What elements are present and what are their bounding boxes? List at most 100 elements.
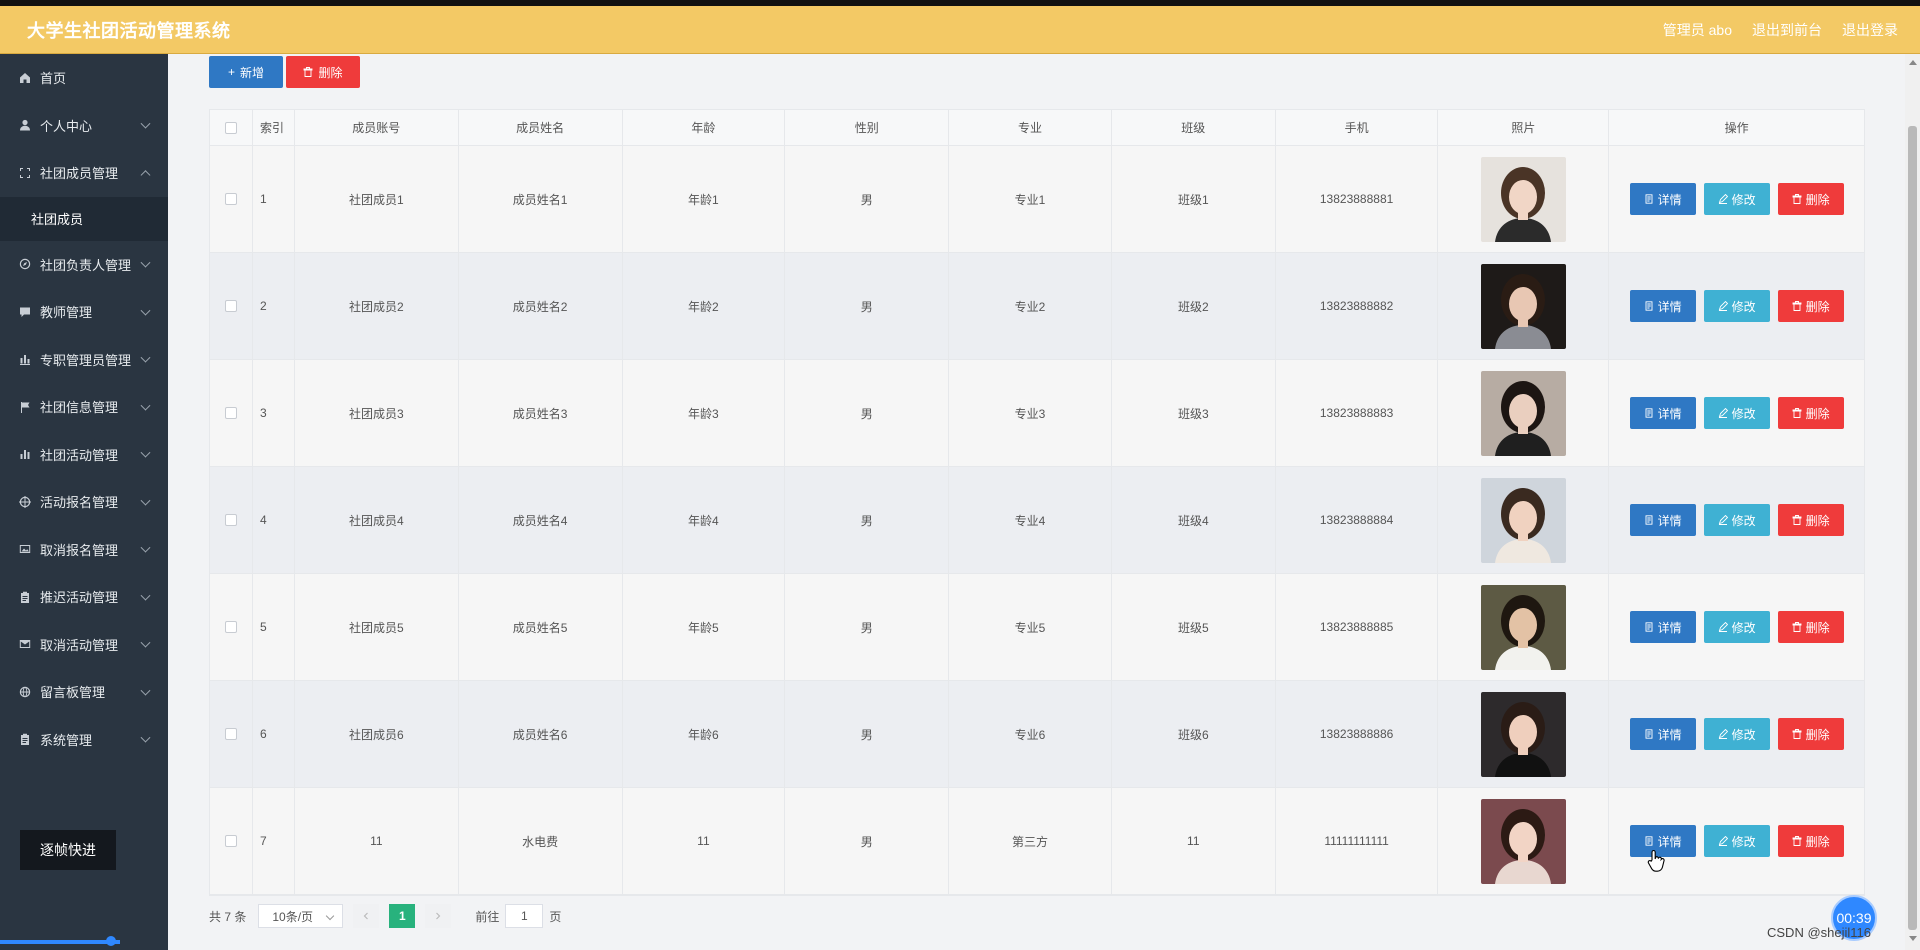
scrollbar-thumb[interactable] [1908, 126, 1917, 930]
delete-label: 删除 [1805, 299, 1830, 314]
delete-button[interactable]: 删除 [1777, 183, 1844, 215]
row-select-cell [210, 360, 253, 466]
cell-gender: 男 [785, 146, 950, 252]
target-icon [19, 495, 31, 508]
cell-photo [1438, 146, 1610, 252]
cell-class: 班级5 [1112, 574, 1276, 680]
back-to-front-link[interactable]: 退出到前台 [1752, 20, 1822, 40]
sidebar-item-11[interactable]: 取消活动管理 [0, 621, 168, 669]
edit-button[interactable]: 修改 [1703, 183, 1770, 215]
admin-label: 管理员 abo [1662, 21, 1732, 38]
delete-button[interactable]: 删除 [1777, 825, 1844, 857]
member-photo[interactable] [1480, 584, 1566, 670]
cell-name: 成员姓名6 [459, 681, 623, 787]
detail-label: 详情 [1657, 727, 1682, 742]
content-area: + 新增 删除 索引 成员账号 成员姓名 年龄 性别 专业 班级 手机 照片 操作 1 社团成员1 成… [190, 54, 1890, 950]
cell-index: 6 [253, 681, 295, 787]
scroll-down-arrow[interactable] [1909, 936, 1917, 941]
page-number-current[interactable]: 1 [389, 904, 416, 928]
sidebar-item-10[interactable]: 推迟活动管理 [0, 573, 168, 621]
trash-icon [1792, 301, 1802, 311]
row-checkbox[interactable] [224, 300, 237, 312]
playback-progress-handle[interactable] [106, 936, 116, 946]
edit-button[interactable]: 修改 [1703, 397, 1770, 429]
delete-button[interactable]: 删除 [1777, 611, 1844, 643]
detail-button[interactable]: 详情 [1629, 504, 1696, 536]
sidebar-item-6[interactable]: 社团信息管理 [0, 383, 168, 431]
table-row: 6 社团成员6 成员姓名6 年龄6 男专业6 班级6 13823888886 详情 修改 删除 [210, 681, 1864, 788]
document-icon [1645, 408, 1653, 418]
row-checkbox[interactable] [224, 621, 237, 633]
row-select-cell [210, 253, 253, 359]
trash-icon [304, 67, 313, 77]
sidebar-item-8[interactable]: 活动报名管理 [0, 478, 168, 526]
logout-link[interactable]: 退出登录 [1842, 20, 1898, 40]
delete-button[interactable]: 删除 [1777, 718, 1844, 750]
cell-photo [1438, 788, 1610, 894]
add-button[interactable]: + 新增 [209, 56, 283, 88]
edit-label: 修改 [1731, 406, 1756, 421]
sidebar-item-3[interactable]: 社团负责人管理 [0, 241, 168, 289]
edit-label: 修改 [1731, 834, 1756, 849]
delete-button[interactable]: 删除 [1777, 397, 1844, 429]
member-photo[interactable] [1480, 691, 1566, 777]
delete-button[interactable]: 删除 [1777, 290, 1844, 322]
chevron-down-icon [140, 305, 151, 316]
member-photo[interactable] [1480, 263, 1566, 349]
chevron-down-icon [140, 400, 151, 411]
detail-button[interactable]: 详情 [1629, 611, 1696, 643]
sidebar-item-7[interactable]: 社团活动管理 [0, 431, 168, 479]
document-icon [1645, 836, 1653, 846]
sidebar-item-4[interactable]: 教师管理 [0, 288, 168, 336]
cell-phone: 13823888881 [1276, 146, 1439, 252]
detail-label: 详情 [1657, 834, 1682, 849]
sidebar-item-13[interactable]: 系统管理 [0, 716, 168, 764]
sidebar-item-5[interactable]: 专职管理员管理 [0, 336, 168, 384]
cell-actions: 详情 修改 删除 [1609, 788, 1864, 894]
column-header-class: 班级 [1112, 110, 1276, 145]
member-photo[interactable] [1480, 477, 1566, 563]
sidebar-item-0[interactable]: 首页 [0, 54, 168, 102]
submenu-item-members[interactable]: 社团成员 [0, 196, 168, 241]
cell-age: 11 [623, 788, 786, 894]
prev-page-button[interactable] [353, 904, 380, 928]
delete-button[interactable]: 删除 [1777, 504, 1844, 536]
cell-account: 社团成员3 [295, 360, 459, 466]
sidebar-item-12[interactable]: 留言板管理 [0, 668, 168, 716]
batch-delete-button[interactable]: 删除 [286, 56, 360, 88]
pencil-icon [1718, 408, 1728, 418]
next-page-button[interactable] [425, 904, 452, 928]
scroll-up-arrow[interactable] [1909, 60, 1917, 65]
page-size-select[interactable]: 10条/页 [258, 904, 344, 928]
sidebar-item-9[interactable]: 取消报名管理 [0, 526, 168, 574]
row-select-cell [210, 467, 253, 573]
member-photo[interactable] [1480, 156, 1566, 242]
row-checkbox[interactable] [224, 193, 237, 205]
edit-button[interactable]: 修改 [1703, 718, 1770, 750]
delete-label: 删除 [1805, 406, 1830, 421]
edit-button[interactable]: 修改 [1703, 825, 1770, 857]
select-all-checkbox[interactable] [224, 121, 237, 134]
sidebar-item-1[interactable]: 个人中心 [0, 102, 168, 150]
row-checkbox[interactable] [224, 407, 237, 419]
sidebar-item-2[interactable]: 社团成员管理 [0, 149, 168, 197]
row-checkbox[interactable] [224, 514, 237, 526]
member-photo[interactable] [1480, 370, 1566, 456]
row-checkbox[interactable] [224, 728, 237, 740]
detail-button[interactable]: 详情 [1629, 183, 1696, 215]
chevron-down-icon [140, 495, 151, 506]
edit-button[interactable]: 修改 [1703, 290, 1770, 322]
edit-button[interactable]: 修改 [1703, 504, 1770, 536]
detail-button[interactable]: 详情 [1629, 397, 1696, 429]
row-checkbox[interactable] [224, 835, 237, 847]
detail-button[interactable]: 详情 [1629, 290, 1696, 322]
detail-button[interactable]: 详情 [1629, 718, 1696, 750]
detail-label: 详情 [1657, 192, 1682, 207]
frame-forward-button[interactable]: 逐帧快进 [20, 830, 116, 870]
pencil-icon [1718, 729, 1728, 739]
cell-class: 班级1 [1112, 146, 1276, 252]
member-photo[interactable] [1480, 798, 1566, 884]
goto-page-input[interactable] [505, 904, 544, 928]
edit-button[interactable]: 修改 [1703, 611, 1770, 643]
cell-actions: 详情 修改 删除 [1609, 681, 1864, 787]
